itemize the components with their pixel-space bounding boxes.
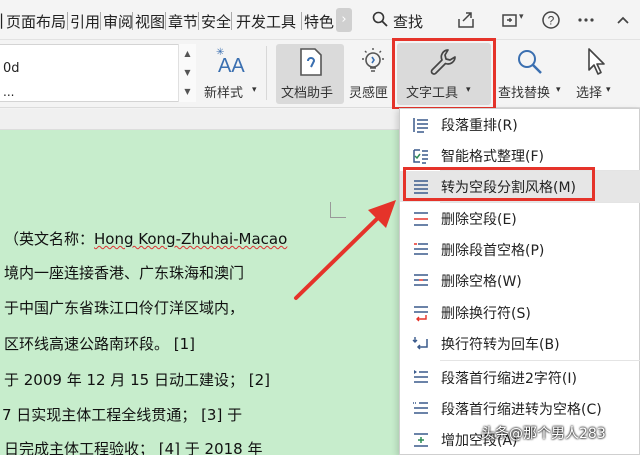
doc-assistant-label: 文档助手 [281,86,334,101]
line-break-to-return-icon [412,337,428,350]
more-icon[interactable] [576,10,596,30]
delete-space-icon [414,274,428,286]
select-dropdown-icon[interactable]: ▾ [606,85,611,95]
paragraph-rearrange-icon [413,118,428,133]
svg-text:✳: ✳ [216,47,224,58]
doc-line-5: 于 2009 年 12 月 15 日动工建设； [2] [4,371,270,389]
doc-line-1-underlined: Hong Kong-Zhuhai-Macao [94,230,288,248]
cloud-dropdown-icon[interactable]: ▾ [519,12,524,22]
menu-separator [231,12,232,30]
menu-item-delete-space[interactable]: 删除空格(W) [400,265,640,296]
menu-separator [198,12,199,30]
tab-view[interactable]: 视图 [135,11,165,32]
menu-bar: | 页面布局 引用 审阅 视图 章节 安全 开发工具 特色 › 查找 ▾ ? [0,0,640,40]
menu-item-first-line-indent[interactable]: 段落首行缩进2字符(I) [400,362,640,393]
share-icon[interactable] [456,10,476,30]
find-replace-icon[interactable] [515,47,545,77]
new-style-dropdown-icon[interactable]: ▾ [252,85,257,95]
doc-line-1: （英文名称：Hong Kong-Zhuhai-Macao [4,228,287,249]
menu-item-label: 删除换行符(S) [441,306,531,322]
tab-features[interactable]: 特色 [304,11,334,32]
search-icon[interactable] [372,11,388,27]
menu-separator [165,12,166,30]
menu-item-label: 删除空格(W) [441,274,522,290]
text-tools-highlight-box [392,38,496,110]
app-window: { "menubar": { "tabs": ["页面布局", "引用", "审… [0,0,640,455]
tab-review[interactable]: 审阅 [103,11,133,32]
delete-leading-space-icon [414,243,428,255]
tab-developer-tools[interactable]: 开发工具 [236,11,296,32]
tab-page-layout[interactable]: 页面布局 [6,11,66,32]
margin-corner-mark [330,202,346,218]
smart-format-icon [413,149,428,164]
doc-line-6: 7 日实现主体工程全线贯通； [3] 于 [2,406,243,424]
svg-text:AA: AA [218,55,245,76]
style-preview-dots: ... [3,85,15,99]
chevron-down-icon[interactable]: ▼ [179,63,196,82]
cloud-sync-icon[interactable] [500,10,520,30]
menu-item-label: 段落首行缩进转为空格(C) [441,402,602,418]
menu-item-paragraph-rearrange[interactable]: 段落重排(R) [400,109,640,140]
doc-line-2: 境内一座连接香港、广东珠海和澳门 [4,264,245,282]
expand-gallery-icon[interactable]: ▼ [179,82,196,101]
help-icon[interactable]: ? [541,10,561,30]
menu-item-label: 换行符转为回车(B) [441,337,560,353]
doc-line-7: 日完成主体工程验收； [4] 于 2018 年 [4,440,263,455]
menu-separator [132,12,133,30]
doc-assistant-icon [300,48,322,76]
menu-item-highlight-box [403,167,595,201]
style-gallery-scroller[interactable]: ▲ ▼ ▼ [178,44,196,102]
delete-line-break-icon [414,306,428,322]
menu-separator [301,12,302,30]
lightbulb-icon[interactable] [358,46,388,76]
menu-separator [100,12,101,30]
menu-item-delete-line-break[interactable]: 删除换行符(S) [400,297,640,328]
collapse-ribbon-icon[interactable] [613,10,633,30]
first-line-indent-icon [414,370,428,383]
menu-item-delete-empty-paragraph[interactable]: 删除空段(E) [400,203,640,234]
menu-item-label: 段落首行缩进2字符(I) [441,371,577,387]
style-preview-text: 0d [3,61,20,76]
doc-line-4: 区环线高速公路南环段。 [1] [4,335,196,353]
search-label[interactable]: 查找 [393,11,423,32]
menu-separator [440,360,640,361]
delete-empty-paragraph-icon [414,212,428,226]
svg-text:?: ? [548,14,555,28]
new-style-button[interactable]: 新样式 [204,82,243,101]
menu-item-label: 删除段首空格(P) [441,243,545,259]
tab-references[interactable]: 引用 [70,11,100,32]
find-replace-button[interactable]: 查找替换 [498,82,550,101]
inspiration-button[interactable]: 灵感匣 [349,82,388,101]
add-empty-paragraph-icon [414,433,428,447]
menu-separator [67,12,68,30]
menu-item-label: 删除空段(E) [441,212,517,228]
watermark-text: 头条@那个男人283 [481,426,606,442]
text-tools-menu: 段落重排(R) 智能格式整理(F) 转为空段分割风格(M) 删除空段(E) 删除… [399,108,640,455]
tab-chapter[interactable]: 章节 [168,11,198,32]
doc-line-1-text: （英文名称： [4,230,95,248]
menu-item-line-break-to-return[interactable]: 换行符转为回车(B) [400,328,640,359]
menu-item-label: 智能格式整理(F) [441,149,544,165]
menu-item-indent-to-space[interactable]: 段落首行缩进转为空格(C) [400,393,640,424]
menu-item-delete-leading-space[interactable]: 删除段首空格(P) [400,234,640,265]
find-replace-dropdown-icon[interactable]: ▾ [556,85,561,95]
tab-truncated[interactable]: | [0,11,4,29]
indent-to-space-icon [413,402,428,414]
new-style-icon[interactable]: AA ✳ [216,46,246,76]
chevron-up-icon[interactable]: ▲ [179,44,196,63]
cursor-arrow-icon[interactable] [583,46,609,76]
menu-item-label: 段落重排(R) [441,118,518,134]
ribbon-separator [266,46,267,100]
tab-security[interactable]: 安全 [201,11,231,32]
doc-line-3: 于中国广东省珠江口伶仃洋区域内， [4,299,245,317]
tab-scroll-right-button[interactable]: › [336,8,352,32]
select-button[interactable]: 选择 [576,82,602,101]
style-gallery[interactable]: 0d ... [0,44,196,102]
document-ruler-area [0,109,400,130]
